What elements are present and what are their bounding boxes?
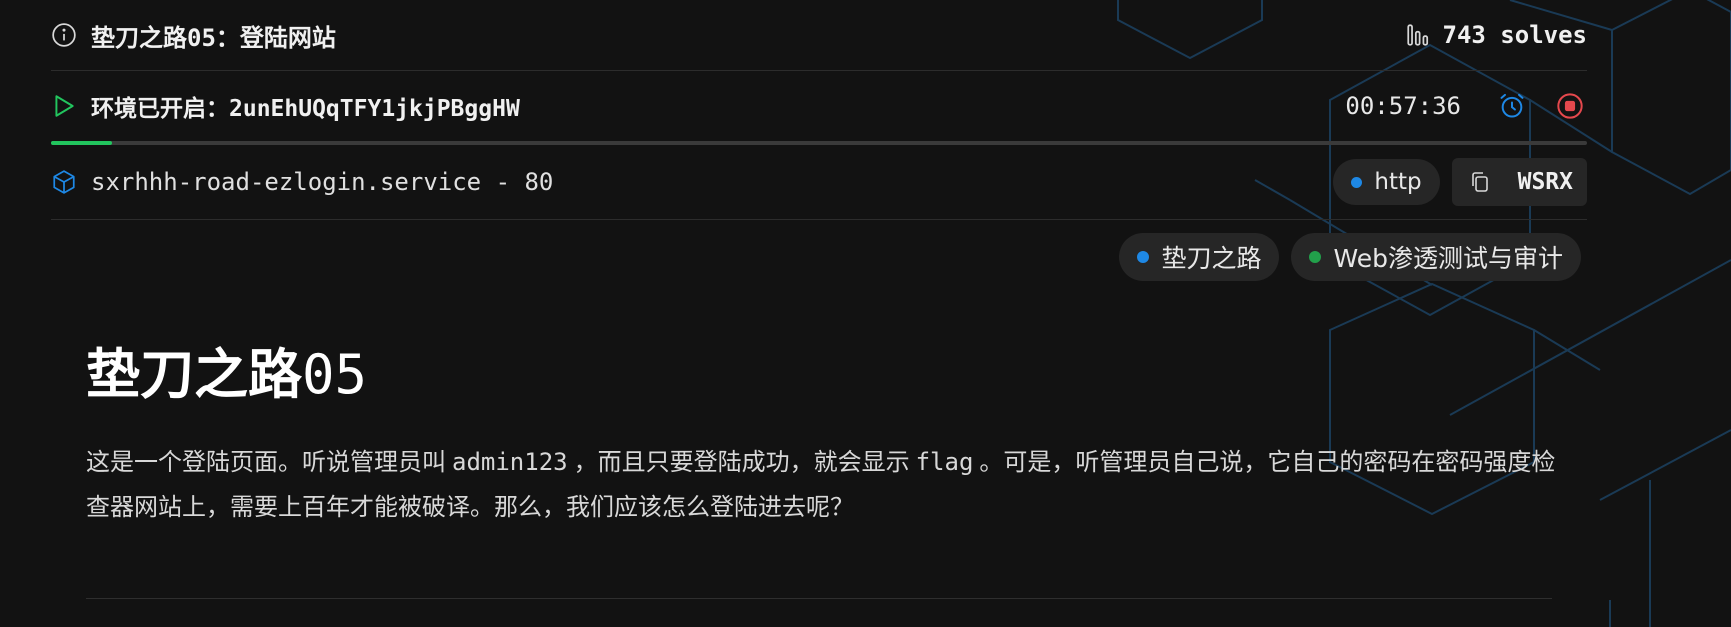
divider	[86, 598, 1552, 599]
challenge-title: 垫刀之路05：登陆网站	[91, 23, 336, 52]
stop-circle-icon	[1556, 92, 1584, 120]
inline-code-username: admin123	[452, 448, 568, 476]
tag-chip[interactable]: 垫刀之路	[1119, 233, 1280, 281]
tag-dot	[1137, 251, 1150, 263]
challenge-heading: 垫刀之路05	[86, 330, 367, 409]
heading-text: 垫刀之路	[86, 343, 302, 406]
extend-time-button[interactable]	[1495, 89, 1529, 123]
play-icon	[51, 93, 77, 119]
copy-icon	[1468, 170, 1492, 194]
tag-dot	[1309, 251, 1322, 263]
challenge-description: 这是一个登陆页面。听说管理员叫 admin123 ，而且只要登陆成功，就会显示 fla…	[86, 440, 1556, 530]
wsrx-label: WSRX	[1517, 169, 1573, 195]
copy-wsrx-button[interactable]: WSRX	[1451, 158, 1587, 206]
challenge-title-row: 垫刀之路05：登陆网站 743 solves	[51, 0, 1587, 71]
description-text: 这是一个登陆页面。听说管理员叫	[86, 448, 446, 476]
service-name: sxrhhh-road-ezlogin.service - 80	[91, 168, 554, 196]
alarm-clock-icon	[1498, 92, 1526, 120]
tag-chip[interactable]: Web渗透测试与审计	[1291, 233, 1581, 281]
solves-count: 743 solves	[1442, 21, 1588, 49]
tag-list: 垫刀之路 Web渗透测试与审计	[1119, 233, 1581, 281]
environment-status: 环境已开启：2unEhUQqTFY1jkjPBggHW	[91, 89, 520, 123]
protocol-dot	[1351, 176, 1363, 188]
bar-chart-icon	[1405, 22, 1431, 48]
challenge-panel: 垫刀之路05：登陆网站 743 solves 环境已开启：2unEhUQqTFY…	[51, 0, 1587, 220]
stop-environment-button[interactable]	[1553, 89, 1587, 123]
inline-code-flag: flag	[915, 448, 974, 476]
protocol-chip[interactable]: http	[1333, 159, 1440, 205]
description-text: ，而且只要登陆成功，就会显示	[573, 448, 910, 476]
tag-label: 垫刀之路	[1161, 244, 1262, 273]
cube-icon	[51, 169, 77, 195]
heading-number: 05	[302, 343, 368, 406]
countdown-timer: 00:57:36	[1345, 92, 1461, 120]
service-row: sxrhhh-road-ezlogin.service - 80 http WS…	[51, 145, 1587, 220]
protocol-label: http	[1374, 169, 1422, 195]
environment-row: 环境已开启：2unEhUQqTFY1jkjPBggHW 00:57:36	[51, 71, 1587, 141]
info-circle-icon	[51, 22, 77, 48]
instance-id: 2unEhUQqTFY1jkjPBggHW	[229, 96, 520, 122]
environment-status-label: 环境已开启：	[91, 96, 229, 122]
tag-label: Web渗透测试与审计	[1333, 244, 1563, 273]
